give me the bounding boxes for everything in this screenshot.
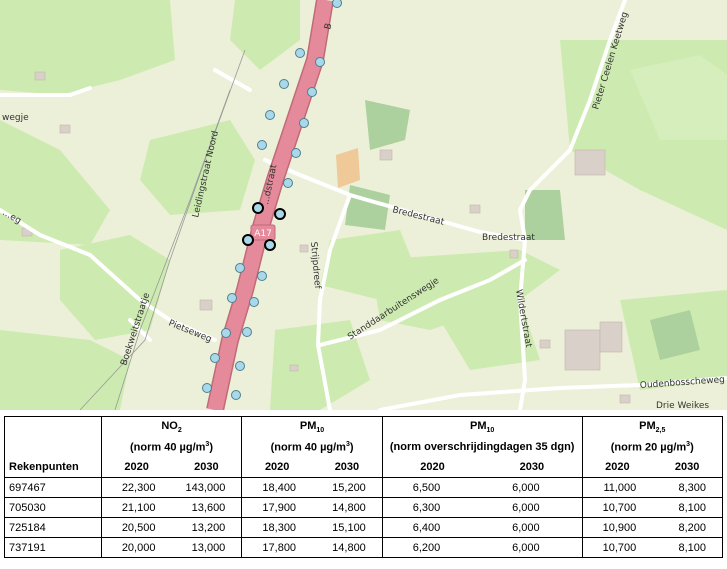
table-row: 705030 21,100 13,600 17,900 14,800 6,300… bbox=[4, 497, 723, 518]
cell-value: 8,200 bbox=[678, 521, 706, 534]
year-header: 2030 bbox=[334, 461, 360, 473]
cell-value: 21,100 bbox=[100, 497, 172, 518]
cell-value: 18,400 bbox=[241, 477, 313, 498]
rekenpunt-id: 705030 bbox=[9, 501, 46, 514]
cell-value: 10,900 bbox=[581, 517, 653, 538]
table-header-row-2: (norm 40 µg/m3) (norm 40 µg/m3) (norm ov… bbox=[5, 437, 723, 457]
street-label-wegje: wegje bbox=[2, 113, 29, 123]
cell-value: 15,200 bbox=[332, 481, 366, 494]
year-header: 2030 bbox=[194, 461, 219, 473]
group-header-no2: NO2 bbox=[100, 416, 242, 437]
year-header: 2020 bbox=[100, 457, 172, 478]
cell-value: 6,000 bbox=[512, 541, 540, 554]
map-canvas: A17 Leidingstraat Noord wegje Bredestraa… bbox=[0, 0, 727, 410]
cell-value: 13,200 bbox=[191, 521, 226, 534]
results-table-wrap: NO2 PM10 PM10 PM2,5 (norm 40 µg/m3) (nor… bbox=[4, 416, 723, 558]
cell-value: 15,100 bbox=[332, 521, 366, 534]
group-header-pm10: PM10 bbox=[241, 416, 383, 437]
norm-pm10-days: (norm overschrijdingdagen 35 dgn) bbox=[381, 437, 583, 457]
norm-no2: (norm 40 µg/m3) bbox=[100, 437, 242, 457]
cell-value: 6,000 bbox=[512, 521, 540, 534]
cell-value: 17,900 bbox=[241, 497, 313, 518]
cell-value: 20,500 bbox=[100, 517, 172, 538]
year-header: 2020 bbox=[241, 457, 313, 478]
cell-value: 8,100 bbox=[678, 501, 706, 514]
rekenpunt-id: 725184 bbox=[9, 521, 46, 534]
cell-value: 10,700 bbox=[581, 537, 653, 558]
cell-value: 13,000 bbox=[191, 541, 226, 554]
map[interactable]: A17 Leidingstraat Noord wegje Bredestraa… bbox=[0, 0, 727, 410]
table-header-row-years: Rekenpunten 2020 2030 2020 2030 2020 203… bbox=[4, 457, 723, 478]
cell-value: 20,000 bbox=[100, 537, 172, 558]
cell-value: 8,100 bbox=[678, 541, 706, 554]
group-header-pm10-days: PM10 bbox=[381, 416, 583, 437]
cell-value: 14,800 bbox=[332, 501, 366, 514]
cell-value: 6,000 bbox=[512, 481, 540, 494]
norm-pm10: (norm 40 µg/m3) bbox=[241, 437, 383, 457]
cell-value: 17,800 bbox=[241, 537, 313, 558]
cell-value: 6,200 bbox=[381, 537, 483, 558]
cell-value: 6,300 bbox=[381, 497, 483, 518]
rekenpunt-id: 737191 bbox=[9, 541, 46, 554]
cell-value: 8,300 bbox=[678, 481, 706, 494]
table-header-row-1: NO2 PM10 PM10 PM2,5 bbox=[5, 416, 723, 437]
cell-value: 143,000 bbox=[185, 481, 226, 494]
norm-pm25: (norm 20 µg/m3) bbox=[581, 437, 723, 457]
cell-value: 6,400 bbox=[381, 517, 483, 538]
table-row: 737191 20,000 13,000 17,800 14,800 6,200… bbox=[4, 537, 723, 558]
table-row: 725184 20,500 13,200 18,300 15,100 6,400… bbox=[4, 517, 723, 538]
street-label-bredestraat-2: Bredestraat bbox=[482, 233, 535, 243]
cell-value: 22,300 bbox=[100, 477, 172, 498]
cell-value: 13,600 bbox=[191, 501, 226, 514]
year-header: 2030 bbox=[519, 461, 545, 473]
results-table: NO2 PM10 PM10 PM2,5 (norm 40 µg/m3) (nor… bbox=[4, 416, 723, 558]
cell-value: 10,700 bbox=[581, 497, 653, 518]
cell-value: 18,300 bbox=[241, 517, 313, 538]
year-header: 2020 bbox=[381, 457, 483, 478]
cell-value: 6,000 bbox=[512, 501, 540, 514]
row-header-rekenpunten: Rekenpunten bbox=[9, 461, 79, 473]
road-shield-label: A17 bbox=[254, 229, 272, 239]
cell-value: 14,800 bbox=[332, 541, 366, 554]
table-row: 697467 22,300 143,000 18,400 15,200 6,50… bbox=[5, 477, 723, 498]
cell-value: 6,500 bbox=[381, 477, 483, 498]
year-header: 2020 bbox=[581, 457, 653, 478]
street-label-drie-weikes: Drie Weikes bbox=[656, 401, 709, 410]
year-header: 2030 bbox=[674, 461, 700, 473]
group-header-pm25: PM2,5 bbox=[581, 416, 723, 437]
cell-value: 11,000 bbox=[581, 477, 653, 498]
rekenpunt-id: 697467 bbox=[9, 481, 46, 494]
